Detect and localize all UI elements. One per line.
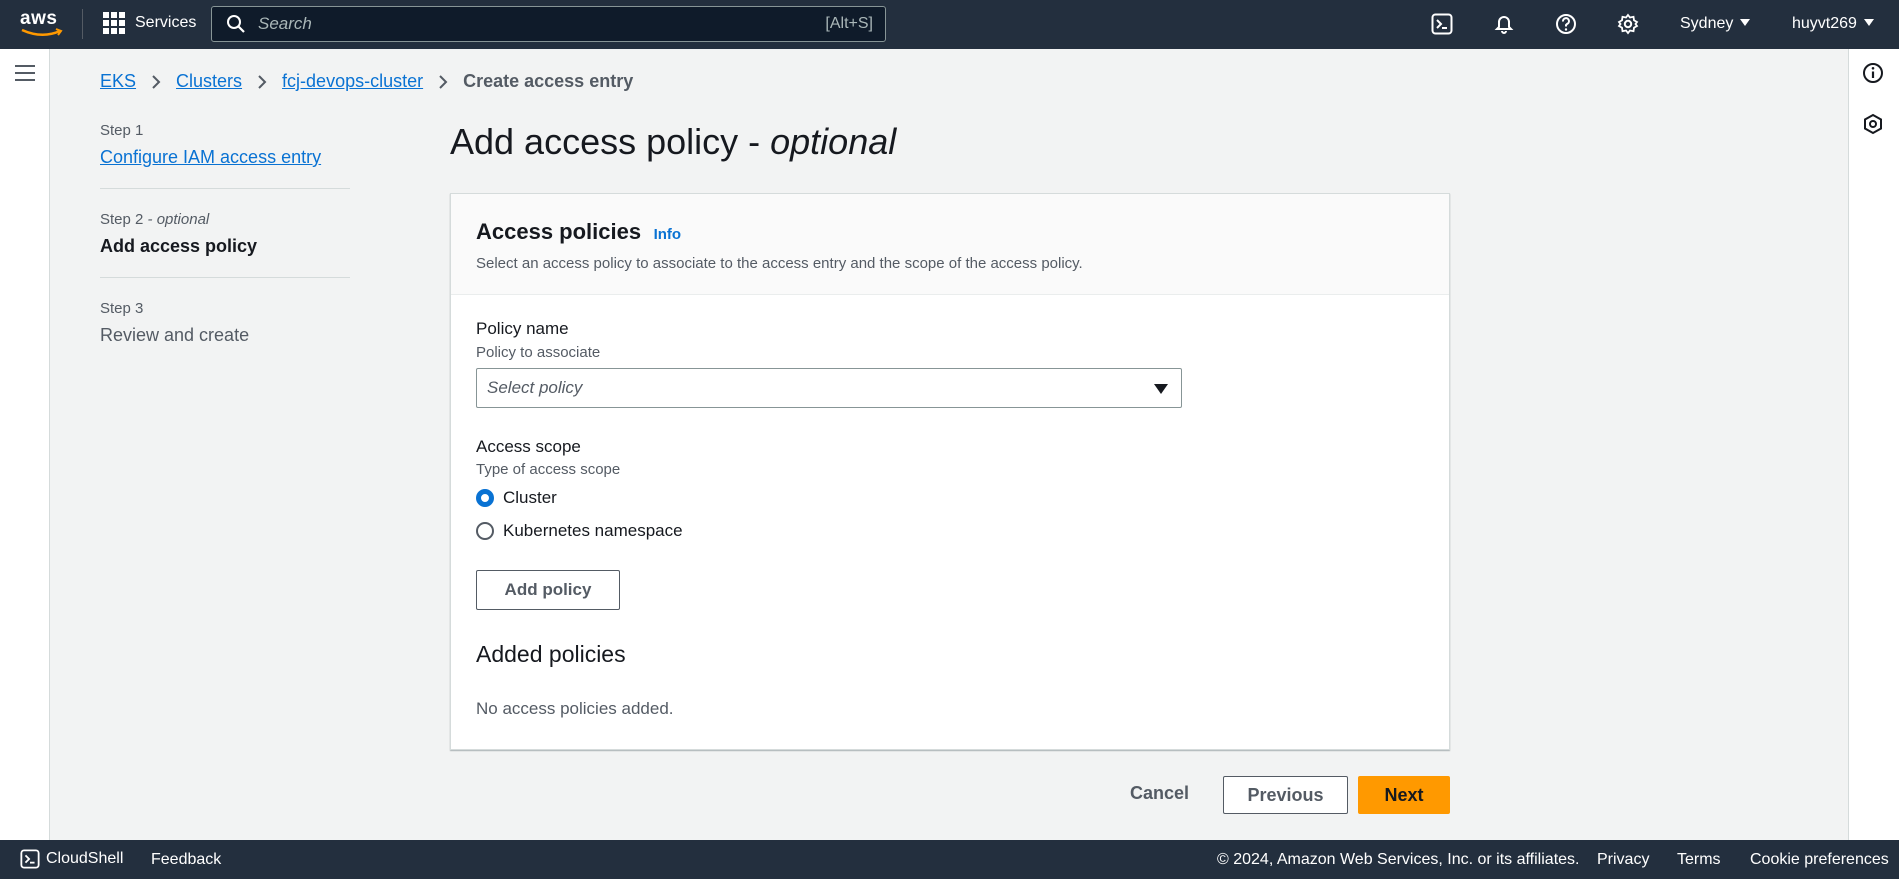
chevron-down-icon (1863, 19, 1874, 26)
breadcrumb-current: Create access entry (463, 71, 634, 91)
chevron-right-icon (258, 74, 267, 89)
search-box[interactable]: [Alt+S] (211, 6, 886, 42)
search-input[interactable] (258, 14, 798, 34)
nav-divider (82, 9, 83, 39)
logo-text: aws (20, 8, 58, 29)
settings-icon[interactable] (1616, 12, 1640, 36)
copyright-text: © 2024, Amazon Web Services, Inc. or its… (1217, 851, 1580, 868)
step-label-disabled: Review and create (100, 325, 250, 345)
cookie-preferences-link[interactable]: Cookie preferences (1750, 851, 1889, 869)
policy-select[interactable]: Select policy (476, 368, 1182, 408)
search-icon (227, 15, 245, 33)
services-grid-icon (103, 12, 125, 34)
privacy-link[interactable]: Privacy (1597, 851, 1649, 869)
left-rail (0, 49, 50, 840)
step-optional-label: - optional (147, 211, 210, 228)
radio-unchecked-icon[interactable] (476, 522, 494, 540)
panel-header: Access policies Info Select an access po… (451, 194, 1449, 295)
breadcrumb-clusters[interactable]: Clusters (176, 71, 242, 92)
aws-logo[interactable]: aws (20, 8, 64, 40)
panel-description: Select an access policy to associate to … (476, 255, 1083, 272)
terms-link[interactable]: Terms (1677, 851, 1721, 869)
policy-select-placeholder: Select policy (487, 378, 583, 397)
radio-kubernetes-namespace[interactable]: Kubernetes namespace (476, 521, 683, 541)
feedback-link[interactable]: Feedback (151, 851, 221, 869)
empty-state-text: No access policies added. (476, 699, 674, 718)
chevron-right-icon (152, 74, 161, 89)
hexagon-settings-icon[interactable] (1862, 113, 1884, 140)
wizard-step-1: Step 1 Configure IAM access entry (100, 122, 350, 189)
help-icon[interactable] (1554, 12, 1578, 36)
services-label: Services (135, 14, 197, 31)
right-rail (1848, 49, 1899, 840)
step-link-configure-iam[interactable]: Configure IAM access entry (100, 147, 321, 167)
next-button[interactable]: Next (1358, 776, 1450, 814)
access-scope-label: Access scope (476, 437, 581, 456)
policy-name-description: Policy to associate (476, 344, 601, 361)
step-number: Step 1 (100, 122, 144, 139)
cloudshell-icon[interactable] (1430, 12, 1454, 36)
previous-button[interactable]: Previous (1223, 776, 1348, 814)
step-label-active: Add access policy (100, 236, 258, 256)
add-policy-button[interactable]: Add policy (476, 570, 620, 610)
radio-label: Cluster (503, 488, 557, 507)
bell-icon[interactable] (1492, 12, 1516, 36)
region-label: Sydney (1680, 15, 1734, 32)
logo-smile-icon (21, 28, 63, 36)
radio-label: Kubernetes namespace (503, 521, 683, 540)
cloudshell-label: CloudShell (46, 850, 124, 867)
services-menu-button[interactable]: Services (103, 12, 196, 34)
page-title-optional: optional (770, 121, 897, 162)
info-icon[interactable] (1862, 62, 1884, 89)
wizard-steps: Step 1 Configure IAM access entry Step 2… (100, 122, 350, 388)
breadcrumb: EKS Clusters fcj-devops-cluster Create a… (100, 71, 633, 92)
menu-icon[interactable] (15, 65, 35, 86)
search-shortcut: [Alt+S] (825, 15, 873, 32)
chevron-right-icon (439, 74, 448, 89)
caret-down-icon (1154, 384, 1168, 394)
account-menu[interactable]: huyvt269 (1792, 15, 1874, 33)
chevron-down-icon (1740, 19, 1751, 26)
cancel-button[interactable]: Cancel (1130, 783, 1189, 804)
radio-cluster[interactable]: Cluster (476, 488, 557, 508)
step-number: Step 2 - optional (100, 211, 210, 228)
page-title: Add access policy - optional (450, 121, 897, 162)
panel-title: Access policies (476, 219, 642, 244)
wizard-step-3: Step 3 Review and create (100, 300, 350, 366)
top-navigation: aws Services [Alt+S] (0, 0, 1899, 49)
cloudshell-footer-button[interactable]: CloudShell (20, 849, 123, 869)
access-policies-panel: Access policies Info Select an access po… (450, 193, 1450, 750)
user-label: huyvt269 (1792, 15, 1857, 32)
breadcrumb-cluster-name[interactable]: fcj-devops-cluster (282, 71, 423, 92)
added-policies-heading: Added policies (476, 641, 626, 667)
region-selector[interactable]: Sydney (1680, 15, 1751, 33)
access-scope-description: Type of access scope (476, 461, 621, 478)
policy-name-label: Policy name (476, 319, 569, 338)
breadcrumb-eks[interactable]: EKS (100, 71, 136, 92)
step-number: Step 3 (100, 300, 144, 317)
footer: CloudShell Feedback © 2024, Amazon Web S… (0, 840, 1899, 879)
radio-checked-icon[interactable] (476, 489, 494, 507)
info-link[interactable]: Info (654, 226, 682, 243)
cloudshell-icon (20, 849, 40, 869)
wizard-step-2: Step 2 - optional Add access policy (100, 211, 350, 278)
